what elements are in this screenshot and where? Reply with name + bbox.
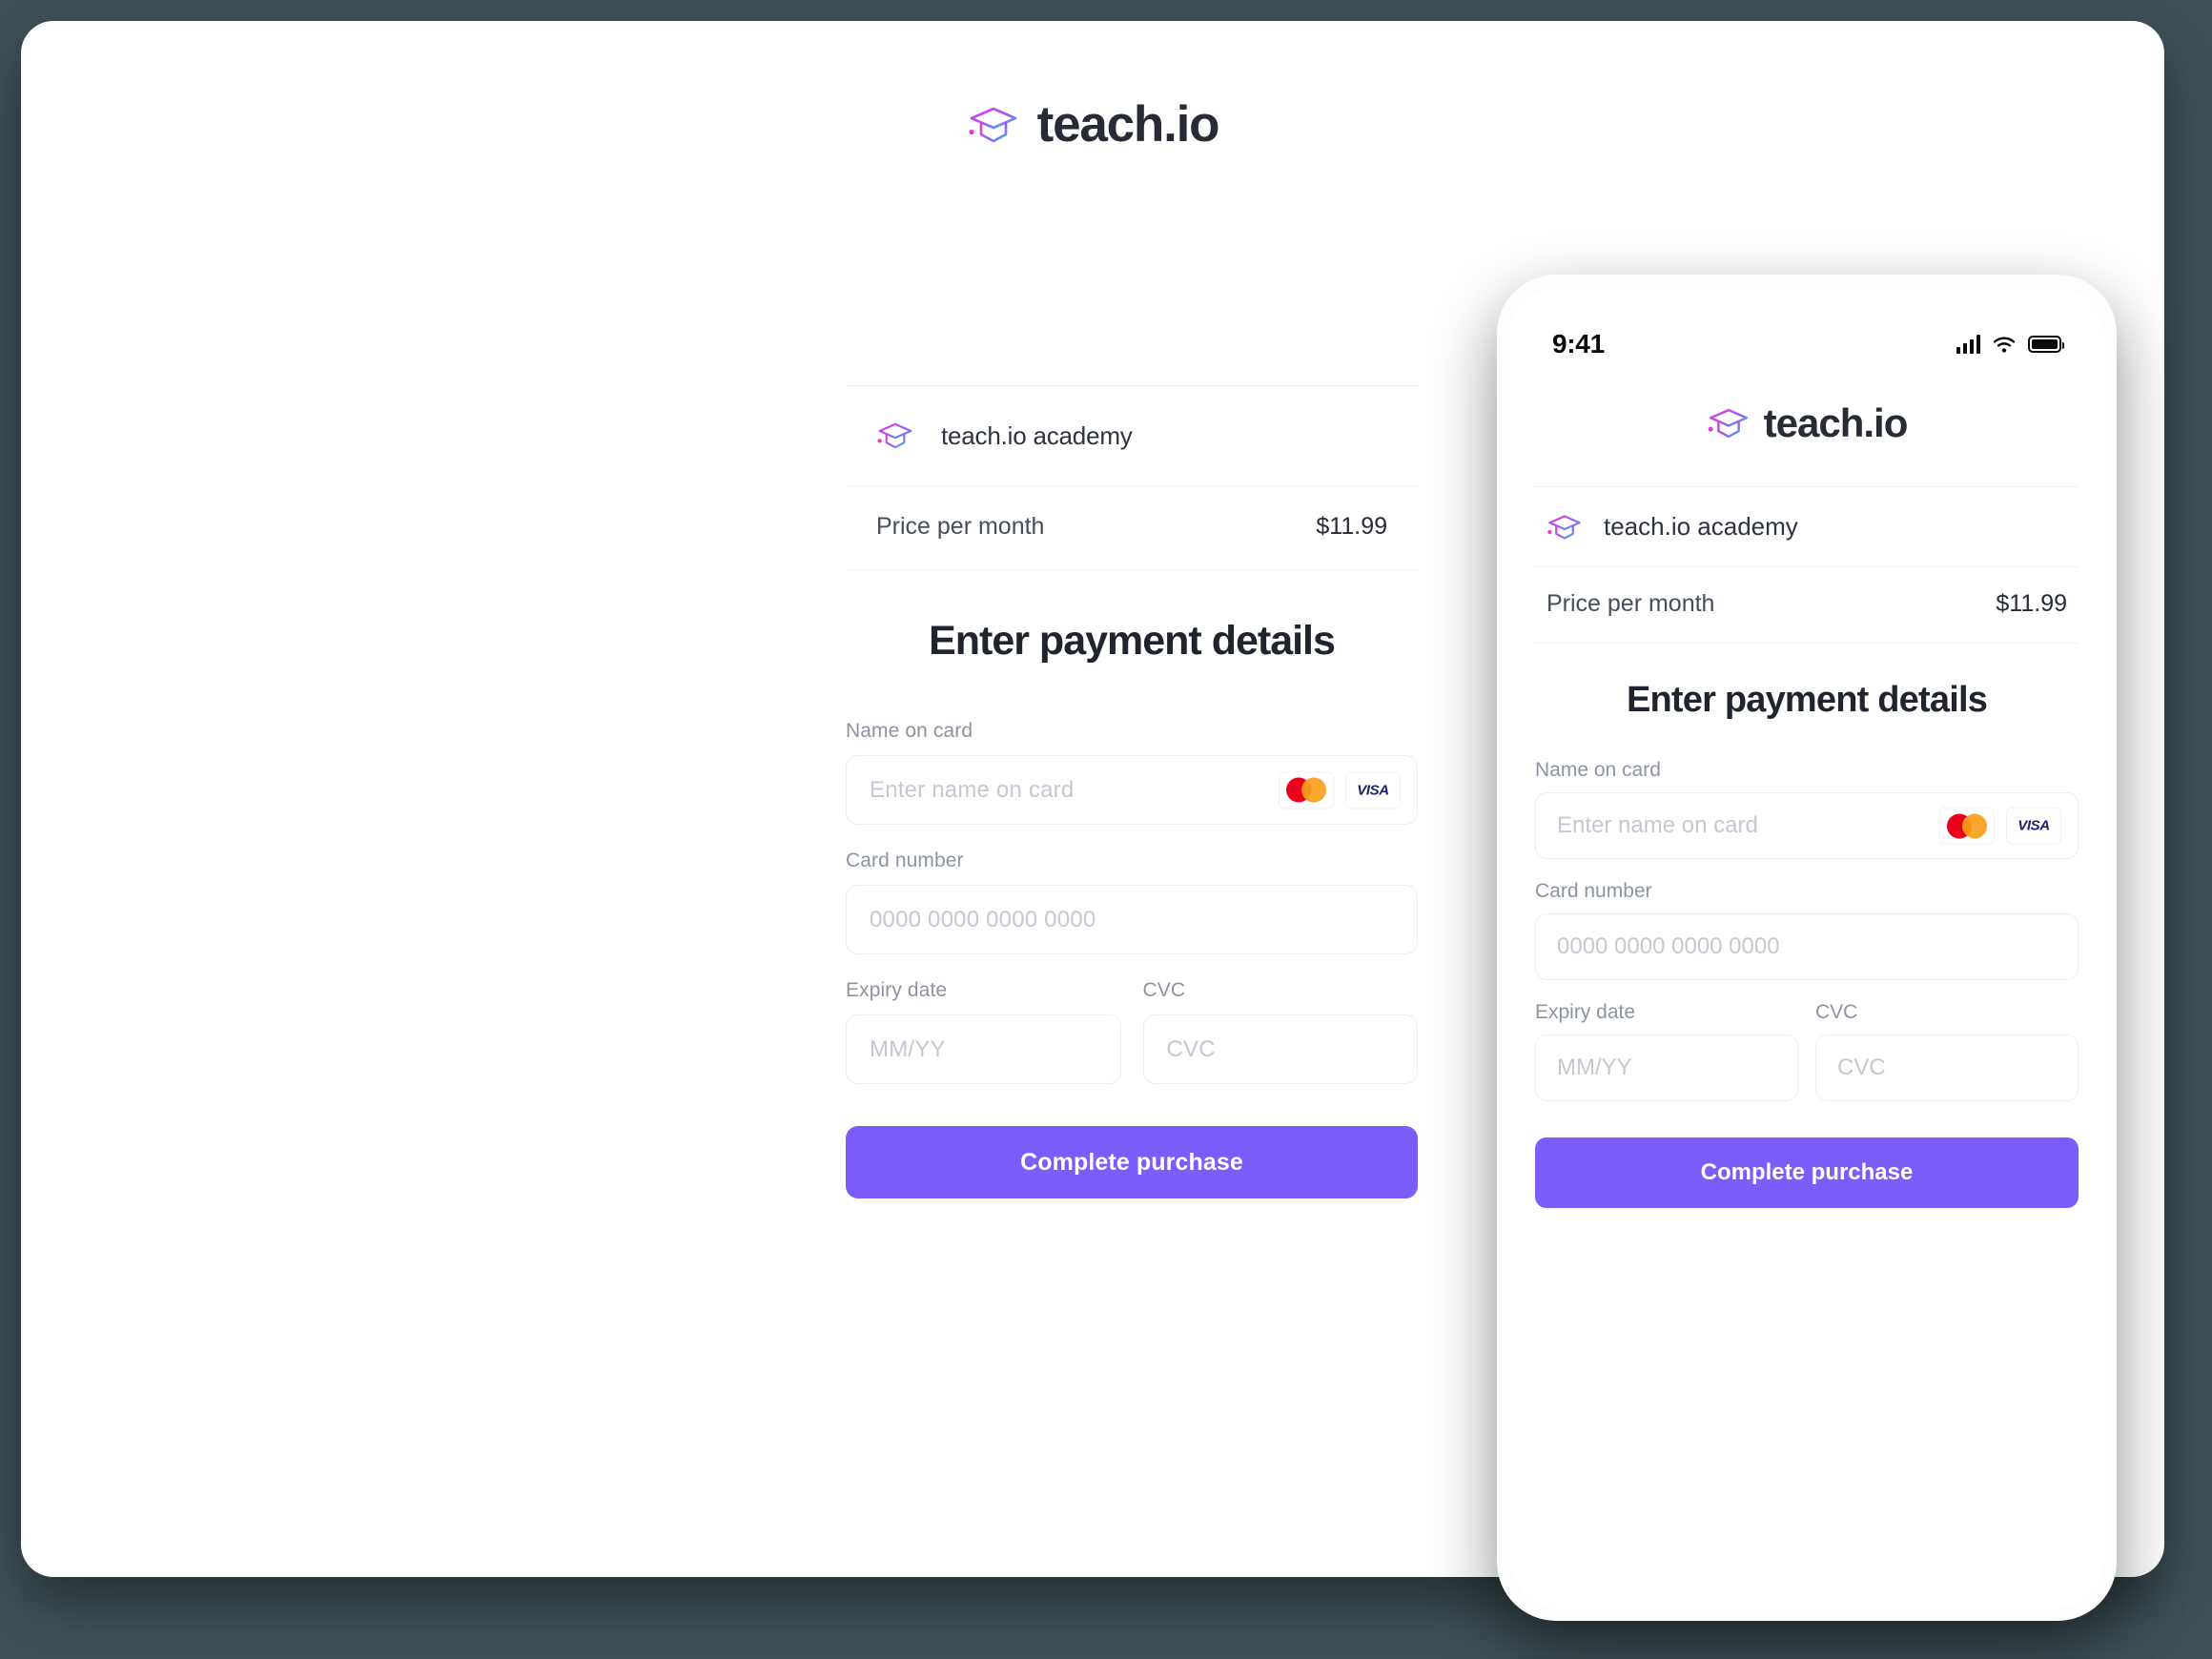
field-name-on-card: Name on card Enter name on card VISA — [846, 720, 1418, 825]
divider-price — [846, 569, 1418, 570]
checkout-panel-mobile: teach.io academy Price per month $11.99 … — [1510, 486, 2103, 1208]
graduation-cap-icon — [967, 104, 1020, 146]
brand-lockup: teach.io — [21, 95, 2164, 154]
accepted-cards: VISA — [1280, 772, 1400, 808]
name-on-card-input-mobile[interactable]: Enter name on card VISA — [1535, 792, 2079, 859]
visa-label: VISA — [1357, 782, 1389, 798]
visa-label-mobile: VISA — [2017, 817, 2050, 834]
brand-name: teach.io — [1036, 96, 1220, 153]
field-cvc: CVC CVC — [1142, 979, 1418, 1084]
cvc-placeholder-mobile: CVC — [1837, 1055, 1886, 1080]
merchant-name-mobile: teach.io academy — [1604, 512, 1798, 541]
merchant-row-mobile: teach.io academy — [1535, 487, 2079, 566]
cvc-input-mobile[interactable]: CVC — [1815, 1034, 2079, 1101]
expiry-date-input[interactable]: MM/YY — [846, 1014, 1121, 1084]
field-card-number: Card number 0000 0000 0000 0000 — [846, 850, 1418, 954]
mastercard-icon — [1280, 772, 1333, 808]
price-label: Price per month — [876, 513, 1045, 540]
field-label-card-number-mobile: Card number — [1535, 880, 1652, 902]
status-bar-icons — [1956, 335, 2064, 354]
field-expiry-date-mobile: Expiry date MM/YY — [1535, 1001, 1798, 1101]
graduation-cap-icon — [1546, 513, 1583, 542]
page-title: Enter payment details — [929, 618, 1336, 664]
status-bar: 9:41 — [1510, 288, 2103, 376]
phone-screen: 9:41 teach.io teach.io academy Price per… — [1510, 288, 2103, 1608]
accepted-cards-mobile: VISA — [1940, 808, 2060, 844]
card-number-input-mobile[interactable]: 0000 0000 0000 0000 — [1535, 913, 2079, 980]
expiry-date-placeholder: MM/YY — [870, 1035, 946, 1062]
card-number-input[interactable]: 0000 0000 0000 0000 — [846, 885, 1418, 954]
field-label-card-number: Card number — [846, 850, 964, 871]
merchant-name: teach.io academy — [941, 420, 1133, 450]
price-label-mobile: Price per month — [1546, 590, 1715, 617]
field-label-name-on-card-mobile: Name on card — [1535, 759, 1661, 781]
graduation-cap-icon — [1707, 406, 1751, 440]
field-expiry-date: Expiry date MM/YY — [846, 979, 1121, 1084]
screenshot-stage: teach.io teach.io academy Price per mont… — [0, 0, 2212, 1659]
field-row-expiry-cvc: Expiry date MM/YY CVC CVC — [846, 979, 1418, 1084]
field-label-cvc: CVC — [1142, 979, 1186, 1001]
divider-price-mobile — [1535, 643, 2079, 644]
complete-purchase-button[interactable]: Complete purchase — [846, 1126, 1418, 1198]
price-row: Price per month $11.99 — [846, 486, 1418, 569]
price-value: $11.99 — [1316, 513, 1387, 540]
field-name-on-card-mobile: Name on card Enter name on card VISA — [1535, 759, 2079, 859]
field-cvc-mobile: CVC CVC — [1815, 1001, 2079, 1101]
phone-mockup: 9:41 teach.io teach.io academy Price per… — [1497, 275, 2117, 1621]
brand-name-mobile: teach.io — [1763, 400, 1909, 445]
price-row-mobile: Price per month $11.99 — [1535, 567, 2079, 643]
name-on-card-placeholder: Enter name on card — [870, 776, 1075, 803]
checkout-panel: teach.io academy Price per month $11.99 … — [846, 385, 1418, 1198]
visa-icon: VISA — [1346, 772, 1400, 808]
status-bar-time: 9:41 — [1552, 329, 1605, 358]
complete-purchase-button-mobile[interactable]: Complete purchase — [1535, 1137, 2079, 1208]
cellular-signal-icon — [1956, 335, 1980, 354]
field-row-expiry-cvc-mobile: Expiry date MM/YY CVC CVC — [1535, 1001, 2079, 1101]
field-label-expiry-date-mobile: Expiry date — [1535, 1001, 1636, 1023]
visa-icon: VISA — [2007, 808, 2060, 844]
field-label-cvc-mobile: CVC — [1815, 1001, 1858, 1023]
expiry-date-input-mobile[interactable]: MM/YY — [1535, 1034, 1798, 1101]
price-value-mobile: $11.99 — [1996, 590, 2067, 617]
cvc-placeholder: CVC — [1166, 1035, 1216, 1062]
name-on-card-placeholder-mobile: Enter name on card — [1557, 812, 1758, 838]
brand-lockup-mobile: teach.io — [1510, 400, 2103, 446]
graduation-cap-icon — [876, 420, 914, 451]
name-on-card-input[interactable]: Enter name on card VISA — [846, 755, 1418, 825]
card-number-placeholder-mobile: 0000 0000 0000 0000 — [1557, 933, 1780, 959]
merchant-row: teach.io academy — [846, 386, 1418, 485]
wifi-icon — [1992, 335, 2017, 354]
field-label-name-on-card: Name on card — [846, 720, 973, 742]
mastercard-icon — [1940, 808, 1994, 844]
field-label-expiry-date: Expiry date — [846, 979, 948, 1001]
card-number-placeholder: 0000 0000 0000 0000 — [870, 906, 1096, 932]
expiry-date-placeholder-mobile: MM/YY — [1557, 1055, 1632, 1080]
battery-full-icon — [2028, 336, 2064, 353]
field-card-number-mobile: Card number 0000 0000 0000 0000 — [1535, 880, 2079, 980]
page-title-mobile: Enter payment details — [1626, 680, 1988, 720]
cvc-input[interactable]: CVC — [1142, 1014, 1418, 1084]
